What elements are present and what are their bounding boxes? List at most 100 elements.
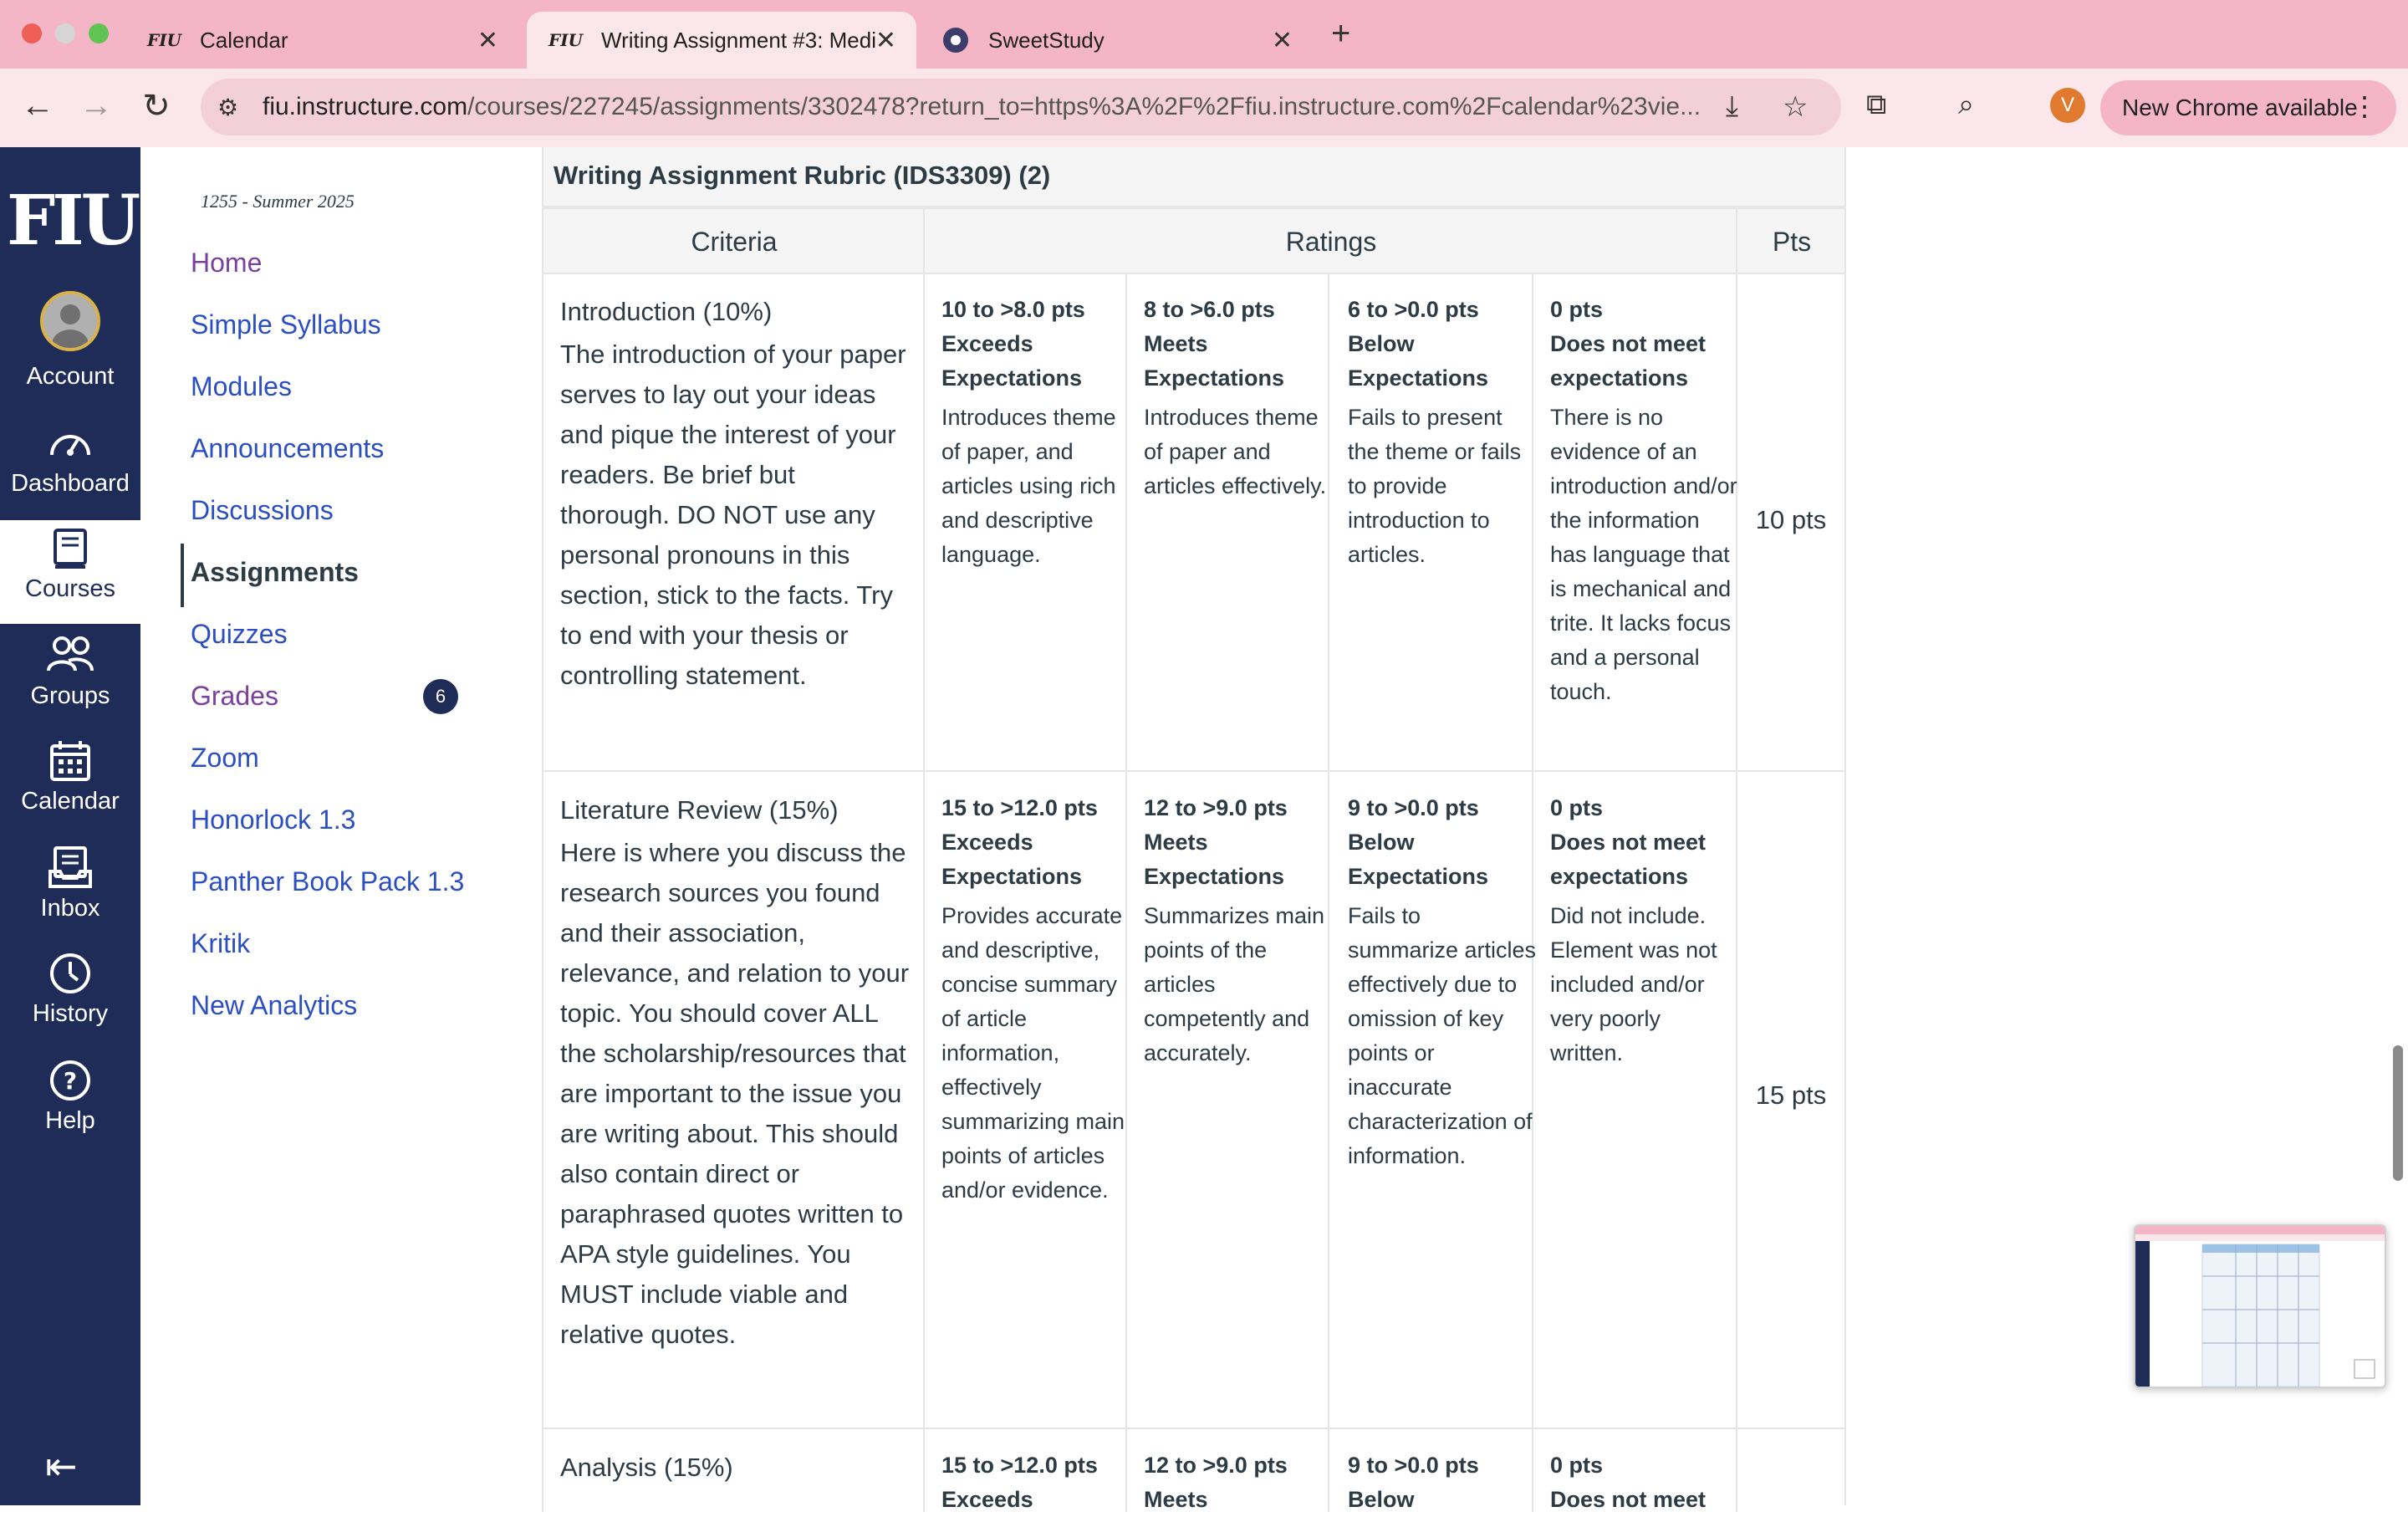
column-divider <box>923 207 925 1512</box>
page-scrollbar[interactable] <box>2393 1045 2403 1181</box>
nav-history[interactable]: History <box>0 945 140 1049</box>
rating-label: Below <box>1348 1487 1415 1512</box>
rating-exceeds[interactable]: 10 to >8.0 pts Exceeds Expectations Intr… <box>941 293 1130 572</box>
rating-description: Summarizes main points of the articles c… <box>1144 903 1325 1065</box>
rating-below[interactable]: 6 to >0.0 pts Below Expectations Fails t… <box>1348 293 1537 572</box>
rating-exceeds[interactable]: 15 to >12.0 pts Exceeds Expectations Pro… <box>941 791 1130 1208</box>
rating-points: 0 pts <box>1550 1453 1604 1478</box>
row-divider <box>542 1428 1846 1429</box>
rating-description: Did not include. Element was not include… <box>1550 903 1717 1065</box>
rating-meets[interactable]: 8 to >6.0 pts Meets Expectations Introdu… <box>1144 293 1333 503</box>
rating-description: There is no evidence of an introduction … <box>1550 405 1737 704</box>
nav-calendar[interactable]: Calendar <box>0 733 140 836</box>
grades-count-badge: 6 <box>423 679 458 714</box>
pts-header: Pts <box>1772 227 1812 257</box>
global-navigation: FIU Account Dashboard Courses Groups Cal… <box>0 147 140 1505</box>
fiu-favicon-icon: FIU <box>548 30 583 50</box>
rating-points: 12 to >9.0 pts <box>1144 795 1288 820</box>
rating-label: Meets Expectations <box>1144 331 1285 391</box>
rating-points: 8 to >6.0 pts <box>1144 297 1275 322</box>
minimize-window-button[interactable] <box>55 23 75 43</box>
rating-does-not-meet[interactable]: 0 pts Does not meet <box>1550 1448 1739 1517</box>
close-tab-icon[interactable]: ✕ <box>477 26 498 55</box>
criterion-literature-review: Literature Review (15%) Here is where yo… <box>560 793 911 1355</box>
address-bar[interactable]: ⚙ fiu.instructure.com/courses/227245/ass… <box>201 79 1841 135</box>
new-tab-button[interactable]: + <box>1331 15 1350 53</box>
rating-points: 15 to >12.0 pts <box>941 1453 1098 1478</box>
rating-below[interactable]: 9 to >0.0 pts Below Expectations Fails t… <box>1348 791 1537 1173</box>
criterion-name: Literature Review (15%) <box>560 795 839 825</box>
thumbnail-image <box>2135 1226 2385 1387</box>
course-link-modules[interactable]: Modules <box>191 371 292 402</box>
course-link-kritik[interactable]: Kritik <box>191 928 250 959</box>
tab-calendar[interactable]: FIU Calendar ✕ <box>125 12 518 69</box>
help-icon: ? <box>0 1052 140 1102</box>
rating-label: Below Expectations <box>1348 331 1489 391</box>
rating-points: 12 to >9.0 pts <box>1144 1453 1288 1478</box>
nav-inbox[interactable]: Inbox <box>0 840 140 943</box>
course-link-announcements[interactable]: Announcements <box>191 433 384 464</box>
course-link-grades[interactable]: Grades <box>191 681 278 712</box>
url-text[interactable]: fiu.instructure.com/courses/227245/assig… <box>263 93 1734 121</box>
tab-writing-assignment[interactable]: FIU Writing Assignment #3: Medi ✕ <box>527 12 916 69</box>
rating-meets[interactable]: 12 to >9.0 pts Meets <box>1144 1448 1333 1517</box>
rubric-header-row: Criteria Ratings Pts <box>542 207 1846 274</box>
close-tab-icon[interactable]: ✕ <box>875 26 896 55</box>
courses-book-icon <box>0 520 140 570</box>
course-link-assignments[interactable]: Assignments <box>191 557 359 588</box>
back-button[interactable]: ← <box>17 87 59 125</box>
site-settings-icon[interactable]: ⚙ <box>217 94 238 121</box>
tab-sweetstudy[interactable]: SweetStudy ✕ <box>920 12 1313 69</box>
close-tab-icon[interactable]: ✕ <box>1272 26 1293 55</box>
course-link-simple-syllabus[interactable]: Simple Syllabus <box>191 309 381 340</box>
rating-below[interactable]: 9 to >0.0 pts Below <box>1348 1448 1537 1517</box>
nav-dashboard[interactable]: Dashboard <box>0 415 140 518</box>
update-chrome-button[interactable]: New Chrome available ⋮ <box>2100 80 2396 135</box>
rating-label: Exceeds Expectations <box>941 331 1083 391</box>
nav-courses[interactable]: Courses <box>0 520 140 624</box>
tab-title: SweetStudy <box>988 27 1105 53</box>
tab-title: Calendar <box>200 27 288 53</box>
course-link-home[interactable]: Home <box>191 248 262 278</box>
criterion-description: Here is where you discuss the research s… <box>560 838 910 1349</box>
maximize-window-button[interactable] <box>89 23 109 43</box>
bookmark-star-icon[interactable]: ☆ <box>1783 90 1808 124</box>
rating-points: 6 to >0.0 pts <box>1348 297 1479 322</box>
course-link-new-analytics[interactable]: New Analytics <box>191 990 357 1021</box>
tab-search-icon[interactable]: ⌕ <box>1958 89 1974 121</box>
rating-description: Introduces theme of paper and articles e… <box>1144 405 1327 498</box>
rating-does-not-meet[interactable]: 0 pts Does not meet expectations There i… <box>1550 293 1739 709</box>
rating-points: 0 pts <box>1550 297 1604 322</box>
course-link-zoom[interactable]: Zoom <box>191 743 259 774</box>
course-link-quizzes[interactable]: Quizzes <box>191 619 288 650</box>
install-app-icon[interactable]: ⤓ <box>1726 90 1738 123</box>
criteria-header: Criteria <box>691 227 778 257</box>
rating-label: Exceeds <box>941 1487 1033 1512</box>
rating-meets[interactable]: 12 to >9.0 pts Meets Expectations Summar… <box>1144 791 1333 1070</box>
reload-button[interactable]: ↻ <box>135 87 177 125</box>
nav-help[interactable]: ? Help <box>0 1052 140 1156</box>
profile-avatar[interactable]: V <box>2050 88 2085 123</box>
course-link-discussions[interactable]: Discussions <box>191 495 334 526</box>
close-window-button[interactable] <box>22 23 42 43</box>
sweetstudy-icon <box>943 28 968 53</box>
table-border <box>1844 147 1846 1505</box>
nav-account[interactable]: Account <box>0 291 140 400</box>
criterion-points: 10 pts <box>1755 505 1827 534</box>
criterion-introduction: Introduction (10%) The introduction of y… <box>560 294 911 696</box>
course-link-panther-book-pack[interactable]: Panther Book Pack 1.3 <box>191 866 464 897</box>
rating-label: Meets Expectations <box>1144 830 1285 889</box>
rating-label: Does not meet expectations <box>1550 830 1707 889</box>
nav-groups[interactable]: Groups <box>0 627 140 731</box>
extensions-icon[interactable]: ⧉ <box>1866 89 1886 121</box>
calendar-icon <box>0 733 140 783</box>
course-link-honorlock[interactable]: Honorlock 1.3 <box>191 804 355 835</box>
forward-button[interactable]: → <box>75 87 117 125</box>
collapse-nav-icon[interactable]: ⇤ <box>45 1443 78 1489</box>
rating-does-not-meet[interactable]: 0 pts Does not meet expectations Did not… <box>1550 791 1739 1070</box>
screenshot-thumbnail-preview[interactable] <box>2134 1224 2386 1388</box>
fiu-logo[interactable]: FIU <box>7 181 140 261</box>
rating-description: Provides accurate and descriptive, conci… <box>941 903 1125 1203</box>
rating-exceeds[interactable]: 15 to >12.0 pts Exceeds <box>941 1448 1130 1517</box>
menu-kebab-icon[interactable]: ⋮ <box>2351 90 2378 122</box>
